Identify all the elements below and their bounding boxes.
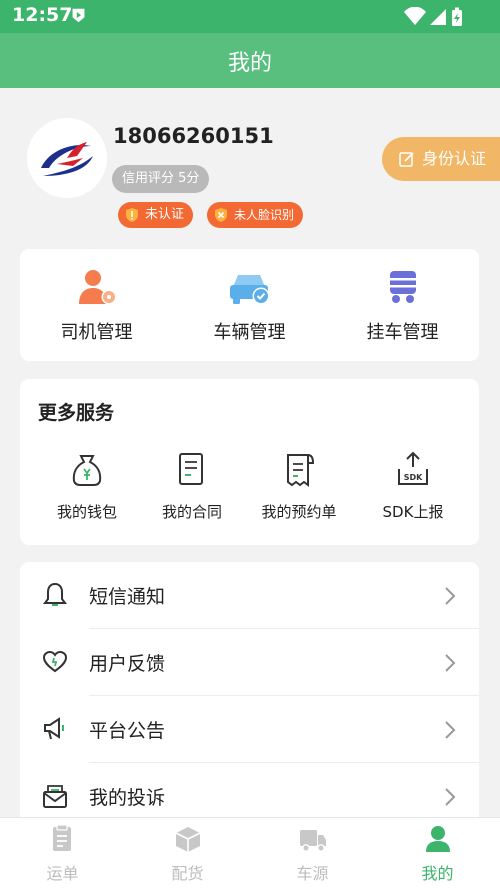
app-notification-icon	[72, 8, 85, 23]
heart-icon	[42, 650, 68, 673]
no-face-label: 未人脸识别	[234, 208, 295, 222]
tab-waybill[interactable]: 运单	[0, 818, 125, 888]
list-item-sms-notification[interactable]: 短信通知	[20, 562, 479, 629]
tab-distribution-label: 配货	[171, 864, 204, 883]
menu-list: 短信通知 用户反馈 平台公告 我的投诉	[20, 562, 479, 832]
tab-distribution[interactable]: 配货	[125, 818, 250, 888]
services-title: 更多服务	[38, 402, 115, 424]
reservation-service[interactable]: 我的预约单	[244, 451, 354, 531]
chevron-right-icon	[445, 654, 456, 672]
page-title: 我的	[227, 51, 272, 76]
management-card: 司机管理 车辆管理 挂车管理	[20, 249, 479, 361]
feedback-label: 用户反馈	[89, 653, 166, 675]
list-item-announcement[interactable]: 平台公告	[20, 696, 479, 763]
identity-verify-button[interactable]: 身份认证	[382, 137, 500, 181]
contract-icon	[179, 453, 203, 485]
wallet-label: 我的钱包	[56, 503, 117, 521]
status-time: 12:57	[12, 4, 73, 26]
company-logo-icon	[41, 142, 93, 176]
tab-mine[interactable]: 我的	[375, 818, 500, 888]
chevron-right-icon	[445, 721, 456, 739]
megaphone-icon	[44, 717, 64, 740]
sdk-upload-icon: SDK	[398, 451, 428, 485]
tab-waybill-label: 运单	[46, 864, 79, 883]
reservation-label: 我的预约单	[261, 503, 337, 521]
svg-text:SDK: SDK	[404, 473, 423, 482]
wifi-icon	[404, 7, 426, 25]
vehicle-icon	[230, 275, 270, 305]
complaint-label: 我的投诉	[89, 787, 166, 809]
driver-icon	[79, 270, 117, 305]
user-icon	[426, 826, 450, 852]
services-card: 更多服务 我的钱包 我的合同 我的预约单 SDK SDK上报	[20, 379, 479, 545]
no-face-badge[interactable]: 未人脸识别	[207, 202, 304, 228]
driver-management-label: 司机管理	[60, 322, 133, 343]
contract-service[interactable]: 我的合同	[137, 451, 247, 531]
wallet-service[interactable]: 我的钱包	[32, 451, 142, 531]
sdk-upload-service[interactable]: SDK SDK上报	[358, 451, 468, 531]
identity-verify-label: 身份认证	[422, 149, 487, 168]
tab-mine-label: 我的	[421, 864, 454, 883]
vehicle-management-item[interactable]: 车辆管理	[173, 249, 326, 361]
bottom-tab-bar: 运单 配货 车源 我的	[0, 817, 500, 888]
status-bar: 12:57	[0, 0, 500, 33]
bell-icon	[43, 582, 67, 606]
credit-score-badge: 信用评分 5分	[112, 165, 210, 193]
x-shield-icon	[215, 208, 227, 222]
warning-shield-icon	[126, 208, 138, 222]
sdk-upload-label: SDK上报	[382, 503, 444, 521]
edit-icon	[399, 152, 414, 167]
chevron-right-icon	[445, 788, 456, 806]
contract-label: 我的合同	[161, 503, 222, 521]
announcement-label: 平台公告	[89, 720, 166, 742]
avatar[interactable]	[27, 118, 107, 198]
trailer-management-label: 挂车管理	[366, 322, 439, 343]
list-item-feedback[interactable]: 用户反馈	[20, 629, 479, 696]
driver-management-item[interactable]: 司机管理	[20, 249, 173, 361]
trailer-icon	[390, 271, 416, 303]
mail-icon	[43, 785, 67, 808]
system-status-icons	[404, 7, 462, 26]
truck-icon	[300, 830, 326, 852]
box-icon	[175, 827, 201, 852]
wallet-icon	[72, 455, 102, 486]
receipt-icon	[287, 454, 315, 487]
sms-notification-label: 短信通知	[89, 586, 166, 608]
unverified-label: 未认证	[145, 207, 185, 222]
waybill-icon	[53, 824, 71, 851]
tab-vehicle-source-label: 车源	[296, 864, 329, 883]
unverified-badge[interactable]: 未认证	[118, 202, 194, 228]
vehicle-management-label: 车辆管理	[213, 322, 286, 343]
tab-vehicle-source[interactable]: 车源	[250, 818, 375, 888]
trailer-management-item[interactable]: 挂车管理	[326, 249, 479, 361]
chevron-right-icon	[445, 587, 456, 605]
profile-section: 18066260151 信用评分 5分 未认证 未人脸识别 身份认证	[0, 88, 500, 238]
app-bar: 我的	[0, 33, 500, 88]
signal-icon	[430, 9, 446, 25]
phone-number: 18066260151	[113, 124, 274, 148]
